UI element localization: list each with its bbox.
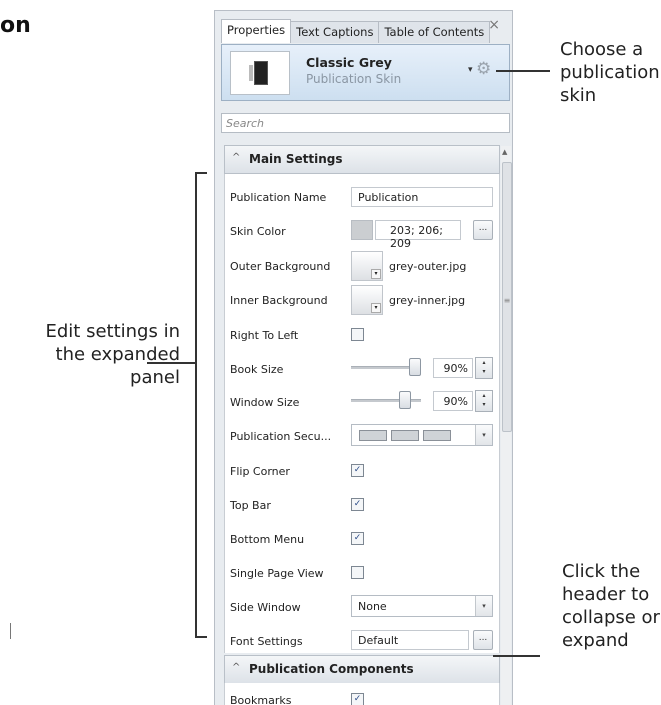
side-window-select[interactable]: None ▾ — [351, 595, 493, 617]
flip-corner-checkbox[interactable]: ✓ — [351, 464, 364, 477]
search-input[interactable]: Search — [221, 113, 510, 133]
window-size-spinner[interactable]: ▴ ▾ — [475, 390, 493, 412]
callout-edit-settings: Edit settings in the expanded panel — [45, 321, 181, 388]
top-bar-checkbox[interactable]: ✓ — [351, 498, 364, 511]
skin-color-value: 203; 206; 209 — [390, 224, 443, 250]
right-to-left-label: Right To Left — [230, 329, 299, 342]
tab-text-captions[interactable]: Text Captions — [290, 21, 380, 43]
window-size-value: 90% — [443, 395, 468, 408]
window-size-slider[interactable] — [351, 399, 421, 402]
single-page-view-label: Single Page View — [230, 567, 324, 580]
bracket-top — [195, 172, 207, 174]
chevron-down-icon[interactable]: ▾ — [371, 269, 381, 279]
skin-color-label: Skin Color — [230, 225, 286, 238]
scrollbar-thumb[interactable]: ≡ — [502, 162, 512, 432]
callout-choose-skin: Choose a publication skin — [560, 39, 660, 106]
publication-name-label: Publication Name — [230, 191, 327, 204]
book-size-spinner[interactable]: ▴ ▾ — [475, 357, 493, 379]
main-settings-body: Publication Name Publication Skin Color … — [224, 174, 500, 653]
tab-strip: Properties Text Captions Table of Conten… — [221, 19, 491, 43]
security-segment — [391, 430, 419, 441]
main-settings-header[interactable]: ^ Main Settings — [224, 145, 500, 174]
font-settings-field[interactable]: Default — [351, 630, 469, 650]
page-heading-fragment: on — [0, 13, 31, 38]
book-size-label: Book Size — [230, 363, 284, 376]
window-size-slider-handle[interactable] — [398, 391, 411, 409]
publication-security-select[interactable]: ▾ — [351, 424, 493, 446]
outer-background-picker[interactable]: ▾ — [351, 251, 383, 281]
callout-edit-leader — [147, 362, 195, 364]
publication-components-header[interactable]: ^ Publication Components — [224, 655, 500, 684]
publication-components-title: Publication Components — [249, 662, 414, 676]
publication-security-label: Publication Secu... — [230, 430, 332, 443]
main-settings-title: Main Settings — [249, 152, 343, 166]
book-size-field[interactable]: 90% — [433, 358, 473, 378]
grip-icon: ≡ — [503, 296, 511, 305]
publication-components-body: Bookmarks ✓ — [224, 683, 500, 705]
skin-thumbnail — [230, 51, 290, 95]
outer-background-value: grey-outer.jpg — [389, 260, 467, 273]
search-placeholder: Search — [226, 117, 265, 130]
right-to-left-checkbox[interactable] — [351, 328, 364, 341]
chevron-down-icon[interactable]: ▾ — [475, 425, 492, 445]
security-segment — [423, 430, 451, 441]
skin-color-button[interactable]: ... — [473, 220, 493, 240]
bookmarks-label: Bookmarks — [230, 694, 292, 705]
skin-name: Classic Grey — [306, 55, 392, 70]
bracket-vertical — [195, 172, 197, 638]
security-segment — [359, 430, 387, 441]
bottom-menu-label: Bottom Menu — [230, 533, 305, 546]
publication-name-value: Publication — [358, 191, 419, 204]
chevron-down-icon[interactable]: ▾ — [475, 596, 492, 616]
inner-background-picker[interactable]: ▾ — [351, 285, 383, 315]
side-window-label: Side Window — [230, 601, 301, 614]
inner-background-label: Inner Background — [230, 294, 328, 307]
chevron-down-icon[interactable]: ▾ — [468, 65, 473, 75]
skin-selector[interactable]: Classic Grey Publication Skin ▾ ⚙ — [221, 44, 510, 101]
bottom-menu-checkbox[interactable]: ✓ — [351, 532, 364, 545]
skin-color-field[interactable]: 203; 206; 209 — [375, 220, 461, 250]
inner-background-value: grey-inner.jpg — [389, 294, 466, 307]
tab-table-of-contents[interactable]: Table of Contents — [378, 21, 491, 43]
scroll-up-icon[interactable]: ▲ — [502, 148, 507, 156]
collapse-chevron-icon[interactable]: ^ — [232, 152, 240, 163]
top-bar-label: Top Bar — [230, 499, 271, 512]
bookmarks-checkbox[interactable]: ✓ — [351, 693, 364, 705]
publication-name-field[interactable]: Publication — [351, 187, 493, 207]
bracket-bottom — [195, 636, 207, 638]
font-settings-button[interactable]: ... — [473, 630, 493, 650]
skin-type: Publication Skin — [306, 72, 402, 86]
gear-icon[interactable]: ⚙ — [476, 59, 491, 79]
skin-color-swatch[interactable] — [351, 220, 373, 240]
tab-properties[interactable]: Properties — [221, 19, 292, 43]
callout-skin-leader — [496, 70, 550, 72]
collapse-chevron-icon[interactable]: ^ — [232, 662, 240, 673]
callout-collapse-header: Click the header to collapse or expand — [562, 561, 660, 651]
callout-collapse-leader — [493, 655, 540, 657]
book-icon — [249, 61, 268, 85]
outer-background-label: Outer Background — [230, 260, 331, 273]
window-size-label: Window Size — [230, 396, 300, 409]
book-size-value: 90% — [443, 362, 468, 375]
single-page-view-checkbox[interactable] — [351, 566, 364, 579]
side-window-value: None — [358, 600, 387, 613]
flip-corner-label: Flip Corner — [230, 465, 290, 478]
left-margin-rule — [10, 623, 11, 639]
close-icon[interactable]: × — [488, 17, 500, 33]
chevron-down-icon[interactable]: ▾ — [371, 303, 381, 313]
properties-panel: Properties Text Captions Table of Conten… — [214, 10, 513, 705]
book-size-slider-handle[interactable] — [409, 358, 421, 376]
font-settings-value: Default — [358, 634, 399, 647]
font-settings-label: Font Settings — [230, 635, 303, 648]
window-size-field[interactable]: 90% — [433, 391, 473, 411]
panel-scrollbar[interactable]: ▲ ≡ — [501, 146, 512, 705]
